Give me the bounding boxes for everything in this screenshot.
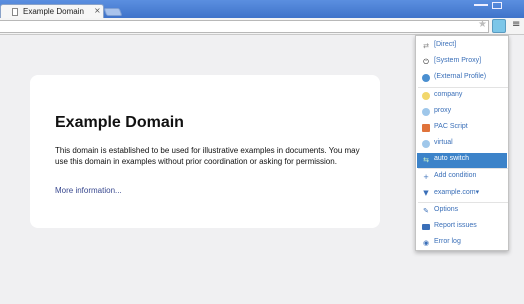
popup-item-error-log[interactable]: ◉ Error log (417, 236, 507, 251)
more-information-link[interactable]: More information... (55, 186, 122, 195)
swap-arrows-icon: ⇄ (423, 42, 429, 50)
browser-title-bar: Example Domain × (0, 0, 524, 19)
minimize-icon[interactable] (474, 0, 488, 6)
address-bar[interactable] (0, 20, 489, 33)
popup-item-label: Add condition (434, 172, 477, 179)
popup-item-system-proxy[interactable]: ⏻ [System Proxy] (417, 55, 507, 70)
menu-separator (418, 202, 508, 203)
popup-item-label: virtual (434, 139, 453, 146)
browser-tab[interactable]: Example Domain × (0, 4, 104, 19)
popup-item-label: Error log (434, 238, 461, 245)
profile-dot-icon (422, 140, 430, 148)
popup-item-auto-switch[interactable]: ⇆ auto switch (417, 153, 507, 168)
profile-dot-icon (422, 92, 430, 100)
popup-item-pac-script[interactable]: PAC Script (417, 121, 507, 136)
popup-item-company[interactable]: company (417, 89, 507, 104)
popup-item-example-com[interactable]: ▼ example.com▾ (417, 186, 507, 201)
proxy-extension-button[interactable] (492, 19, 506, 33)
switch-icon: ⇆ (423, 156, 429, 164)
popup-item-label: PAC Script (434, 123, 468, 130)
bookmark-star-icon[interactable]: ★ (478, 19, 487, 30)
popup-item-label: (External Profile) (434, 73, 487, 80)
menu-separator (418, 87, 508, 88)
popup-item-label: company (434, 91, 463, 98)
wrench-icon: ✎ (423, 207, 429, 215)
popup-item-add-condition[interactable]: + Add condition (417, 170, 507, 185)
page-body-text: This domain is established to be used fo… (55, 146, 360, 166)
script-file-icon (422, 124, 430, 132)
popup-item-label: Options (434, 206, 459, 213)
popup-item-label: example.com▾ (434, 189, 480, 196)
menu-icon[interactable]: ≡ (512, 19, 520, 30)
popup-item-report-issues[interactable]: Report issues (417, 220, 507, 235)
filter-icon: ▼ (423, 189, 429, 197)
popup-item-options[interactable]: ✎ Options (417, 204, 507, 219)
page-heading: Example Domain (55, 114, 184, 131)
menu-separator (418, 168, 508, 169)
circle-arrow-icon: ◉ (422, 239, 430, 247)
globe-icon (422, 74, 430, 82)
power-icon: ⏻ (423, 58, 429, 66)
proxy-switch-popup: ⇄ [Direct] ⏻ [System Proxy] (External Profil… (415, 35, 509, 251)
browser-toolbar: ★ ≡ (0, 18, 524, 35)
popup-item-label: [Direct] (434, 41, 457, 48)
profile-dot-icon (422, 108, 430, 116)
popup-item-label: auto switch (434, 155, 470, 162)
comment-icon (422, 224, 430, 230)
content-card: Example Domain This domain is establishe… (30, 75, 380, 228)
popup-item-label: [System Proxy] (434, 57, 482, 64)
popup-item-direct[interactable]: ⇄ [Direct] (417, 39, 507, 54)
popup-item-external-profile[interactable]: (External Profile) (417, 71, 507, 86)
popup-item-label: Report issues (434, 222, 477, 229)
new-tab-button[interactable] (103, 8, 123, 16)
popup-item-proxy[interactable]: proxy (417, 105, 507, 120)
page-icon (12, 8, 18, 16)
popup-item-label: proxy (434, 107, 452, 114)
maximize-icon[interactable] (492, 2, 502, 9)
popup-item-virtual[interactable]: virtual (417, 137, 507, 152)
tab-title: Example Domain (23, 7, 84, 16)
close-tab-icon[interactable]: × (94, 6, 101, 15)
plus-icon: + (423, 173, 429, 181)
